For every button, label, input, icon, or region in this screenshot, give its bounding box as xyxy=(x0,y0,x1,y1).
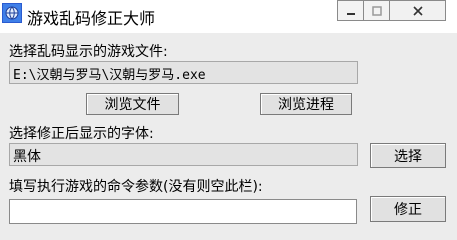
params-label: 填写执行游戏的命令参数(没有则空此栏): xyxy=(9,179,263,195)
command-params-input[interactable] xyxy=(9,199,357,224)
main-window: 游戏乱码修正大师 选择乱码显示的游戏文件: E:\汉朝与罗马\汉朝与罗马.exe… xyxy=(0,0,457,232)
choose-font-button[interactable]: 选择 xyxy=(370,143,446,168)
window-title: 游戏乱码修正大师 xyxy=(27,9,156,28)
game-file-path-field: E:\汉朝与罗马\汉朝与罗马.exe xyxy=(9,61,358,84)
app-globe-icon xyxy=(2,3,22,23)
close-icon xyxy=(411,4,425,18)
game-file-label: 选择乱码显示的游戏文件: xyxy=(9,44,168,60)
font-label: 选择修正后显示的字体: xyxy=(9,126,154,142)
fix-button[interactable]: 修正 xyxy=(370,196,446,222)
minimize-button[interactable] xyxy=(337,0,363,21)
minimize-icon xyxy=(345,5,357,17)
font-field: 黑体 xyxy=(9,143,358,166)
maximize-icon xyxy=(371,5,383,17)
browse-file-button[interactable]: 浏览文件 xyxy=(86,93,179,115)
close-button[interactable] xyxy=(389,0,446,21)
browse-process-button[interactable]: 浏览进程 xyxy=(260,93,352,115)
maximize-button[interactable] xyxy=(363,0,389,21)
title-bar[interactable]: 游戏乱码修正大师 xyxy=(0,0,457,33)
